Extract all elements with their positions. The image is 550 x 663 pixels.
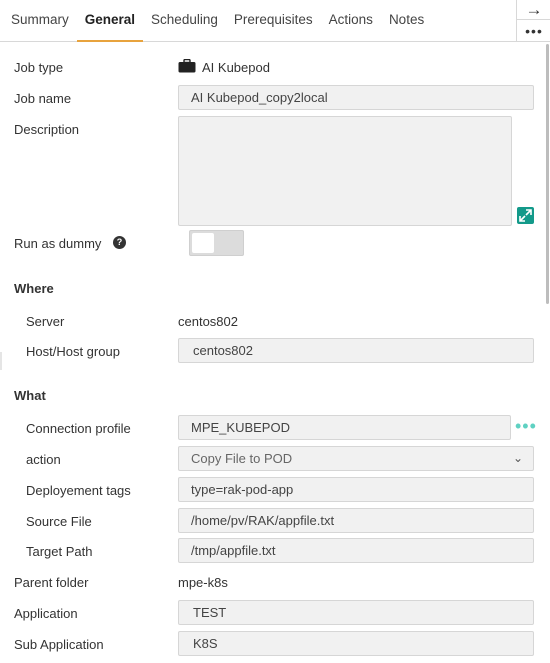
action-select[interactable]: Copy File to POD ⌄: [178, 446, 534, 471]
expand-icon[interactable]: [517, 207, 534, 224]
server-label: Server: [26, 314, 65, 329]
sub-application-label: Sub Application: [14, 637, 104, 652]
chevron-down-icon: ⌄: [512, 451, 523, 465]
connection-profile-more-icon[interactable]: •••: [515, 417, 537, 435]
description-field[interactable]: [178, 116, 512, 226]
connection-profile-label: Connection profile: [26, 421, 131, 436]
job-type-label: Job type: [14, 60, 64, 75]
sub-application-field[interactable]: K8S: [178, 631, 534, 656]
application-field[interactable]: TEST: [178, 600, 534, 625]
help-icon[interactable]: ?: [113, 236, 126, 249]
source-file-field[interactable]: /home/pv/RAK/appfile.txt: [178, 508, 534, 533]
host-field[interactable]: centos802: [178, 338, 534, 363]
job-type-value: AI Kubepod: [202, 60, 270, 75]
server-value: centos802: [178, 314, 238, 329]
source-file-label: Source File: [26, 514, 92, 529]
target-path-field[interactable]: /tmp/appfile.txt: [178, 538, 534, 563]
description-label: Description: [14, 122, 80, 137]
job-name-label: Job name: [14, 91, 72, 106]
scrollbar[interactable]: [546, 44, 549, 304]
briefcase-icon: [178, 59, 196, 73]
where-heading: Where: [14, 281, 54, 296]
arrow-right-icon[interactable]: →: [517, 0, 550, 20]
action-label: action: [26, 452, 61, 467]
run-as-dummy-label: Run as dummy: [14, 236, 102, 251]
target-path-label: Target Path: [26, 544, 93, 559]
tab-general[interactable]: General: [76, 0, 144, 42]
tab-notes[interactable]: Notes: [381, 0, 432, 42]
tab-scheduling[interactable]: Scheduling: [143, 0, 226, 42]
host-label: Host/Host group: [26, 344, 120, 359]
side-tools: → •••: [516, 0, 550, 42]
job-name-field[interactable]: AI Kubepod_copy2local: [178, 85, 534, 110]
tab-summary[interactable]: Summary: [0, 0, 77, 42]
action-select-value: Copy File to POD: [191, 451, 293, 466]
deployement-tags-label: Deployement tags: [26, 483, 131, 498]
connection-profile-field[interactable]: MPE_KUBEPOD: [178, 415, 511, 440]
application-label: Application: [14, 606, 78, 621]
parent-folder-label: Parent folder: [14, 575, 89, 590]
more-options-icon[interactable]: •••: [517, 21, 550, 41]
tab-actions[interactable]: Actions: [321, 0, 381, 42]
run-as-dummy-toggle[interactable]: [189, 230, 244, 256]
tab-prerequisites[interactable]: Prerequisites: [226, 0, 321, 42]
toggle-knob: [192, 233, 214, 253]
parent-folder-value: mpe-k8s: [178, 575, 228, 590]
tab-bar: Summary General Scheduling Prerequisites…: [0, 0, 516, 42]
panel-resize-handle[interactable]: [0, 352, 2, 370]
deployement-tags-field[interactable]: type=rak-pod-app: [178, 477, 534, 502]
what-heading: What: [14, 388, 46, 403]
